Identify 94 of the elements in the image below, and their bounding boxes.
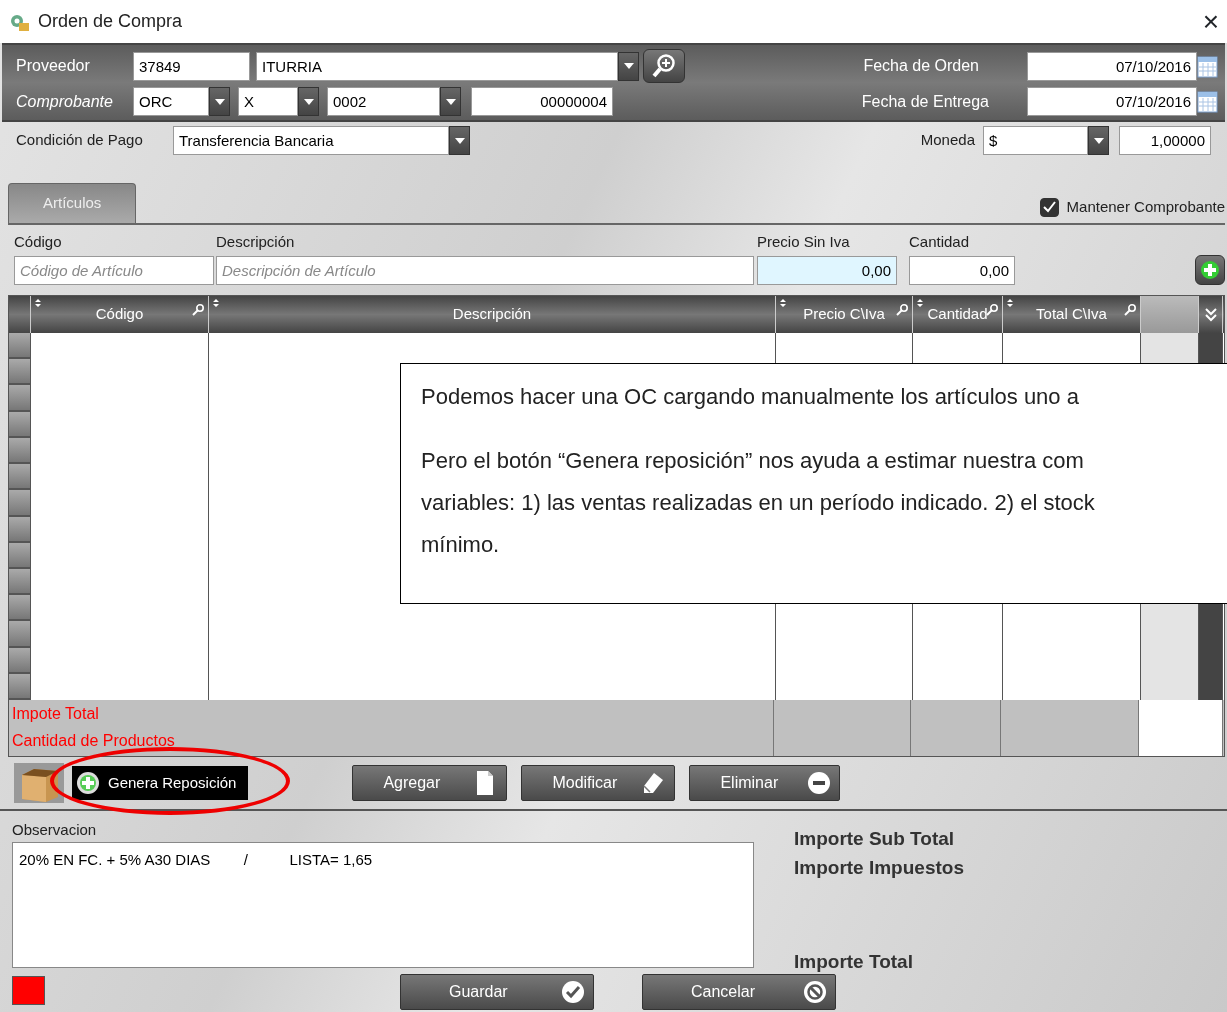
- input-field[interactable]: Código de Artículo: [14, 256, 214, 285]
- input-field[interactable]: ITURRIA: [256, 51, 618, 81]
- total-label: Importe Sub Total: [794, 827, 956, 851]
- input-field[interactable]: 00000004: [471, 87, 613, 116]
- field-label: Código: [14, 231, 63, 252]
- action-button[interactable]: Guardar: [400, 974, 594, 1010]
- search-icon: [651, 53, 677, 79]
- box-button[interactable]: [14, 763, 64, 803]
- dropdown-button[interactable]: [1088, 126, 1109, 155]
- dropdown-button[interactable]: [298, 87, 319, 116]
- summary-label: Impote Total: [11, 704, 100, 724]
- column-header[interactable]: Precio C\Iva: [776, 296, 913, 333]
- row-header[interactable]: [9, 359, 30, 386]
- box-icon: [14, 763, 64, 803]
- checkbox-label: Mantener Comprobante: [1066, 197, 1225, 217]
- dropdown-button[interactable]: [618, 51, 639, 81]
- check-icon: [1042, 201, 1056, 214]
- input-field[interactable]: 0,00: [909, 256, 1015, 285]
- row-header[interactable]: [9, 333, 30, 360]
- dropdown-button[interactable]: [449, 126, 470, 155]
- input-field[interactable]: X: [238, 87, 298, 116]
- calendar-button[interactable]: [1197, 88, 1219, 115]
- calendar-icon: [1197, 89, 1219, 114]
- total-label: Importe Total: [794, 950, 914, 974]
- input-field[interactable]: 37849: [133, 51, 250, 81]
- column-header[interactable]: Cantidad: [913, 296, 1003, 333]
- column-header[interactable]: Código: [31, 296, 209, 333]
- sort-icon: [917, 299, 923, 307]
- plus-icon: [1200, 260, 1220, 280]
- input-field[interactable]: ORC: [133, 87, 209, 116]
- action-button[interactable]: Modificar: [521, 765, 676, 801]
- input-field[interactable]: 0,00: [757, 256, 897, 285]
- input-field[interactable]: $: [983, 126, 1088, 155]
- window-title: Orden de Compra: [38, 10, 183, 33]
- row-header[interactable]: [9, 411, 30, 438]
- field-label: Moneda: [920, 130, 975, 151]
- action-button[interactable]: Cancelar: [642, 974, 836, 1010]
- sort-icon: [35, 299, 41, 307]
- row-header[interactable]: [9, 568, 30, 596]
- sort-icon: [1007, 299, 1013, 307]
- plus-icon: [76, 771, 100, 795]
- row-header[interactable]: [9, 385, 30, 412]
- row-header[interactable]: [9, 490, 30, 517]
- dropdown-button[interactable]: [209, 87, 230, 116]
- no-sign-icon: [803, 980, 827, 1004]
- field-label: Fecha de Entrega: [861, 91, 989, 112]
- field-label: Proveedor: [15, 56, 91, 76]
- row-header[interactable]: [9, 595, 30, 622]
- field-label: Observacion: [12, 820, 98, 840]
- collapse-button[interactable]: [1204, 307, 1217, 322]
- input-field[interactable]: 1,00000: [1119, 126, 1211, 155]
- search-icon: [192, 304, 204, 316]
- field-label: Comprobante: [15, 91, 114, 112]
- double-chevron-icon: [1204, 307, 1217, 322]
- add-item-button[interactable]: [1195, 255, 1225, 285]
- summary-label: Cantidad de Productos: [11, 731, 176, 751]
- field-label: Cantidad: [909, 231, 971, 252]
- field-label: Condición de Pago: [16, 130, 144, 151]
- search-icon: [1124, 304, 1136, 316]
- minus-icon: [807, 770, 832, 796]
- field-label: Precio Sin Iva: [757, 231, 851, 252]
- search-button[interactable]: [643, 49, 685, 83]
- column-header[interactable]: Descripción: [209, 296, 776, 333]
- sort-icon: [780, 299, 786, 307]
- search-icon: [986, 304, 998, 316]
- input-field[interactable]: 0002: [327, 87, 440, 116]
- callout-text: Pero el botón “Genera reposición” nos ayuda a estimar nuestra com variables: 1) las ventas realizadas en un período indicado. 2) el stock mínimo.: [421, 447, 1096, 559]
- input-field[interactable]: 07/10/2016: [1027, 87, 1197, 116]
- row-header[interactable]: [9, 516, 30, 543]
- check-circle-icon: [561, 980, 585, 1004]
- search-icon: [896, 304, 908, 316]
- sort-icon: [213, 299, 219, 307]
- row-header[interactable]: [9, 621, 30, 648]
- input-field[interactable]: Descripción de Artículo: [216, 256, 754, 285]
- row-header[interactable]: [9, 464, 30, 491]
- close-button[interactable]: ×: [1202, 7, 1219, 36]
- callout-text: Podemos hacer una OC cargando manualmente los artículos uno a: [421, 383, 1080, 411]
- input-field[interactable]: 07/10/2016: [1027, 51, 1197, 81]
- status-swatch: [12, 975, 45, 1005]
- row-header[interactable]: [9, 673, 30, 701]
- dropdown-button[interactable]: [440, 87, 461, 116]
- row-header[interactable]: [9, 437, 30, 465]
- field-label: Descripción: [216, 231, 296, 252]
- input-field[interactable]: Transferencia Bancaria: [173, 126, 449, 155]
- row-header[interactable]: [9, 647, 30, 674]
- action-button[interactable]: Eliminar: [689, 765, 841, 801]
- row-header[interactable]: [9, 542, 30, 569]
- total-label: Importe Impuestos: [794, 855, 964, 880]
- notes-field[interactable]: 20% EN FC. + 5% A30 DIAS / LISTA= 1,65: [12, 841, 754, 968]
- field-label: Fecha de Orden: [863, 56, 979, 76]
- checkbox[interactable]: [1039, 197, 1059, 217]
- calendar-icon: [1197, 53, 1219, 79]
- generate-button[interactable]: Genera Reposición: [72, 766, 249, 800]
- action-button[interactable]: Agregar: [352, 765, 508, 801]
